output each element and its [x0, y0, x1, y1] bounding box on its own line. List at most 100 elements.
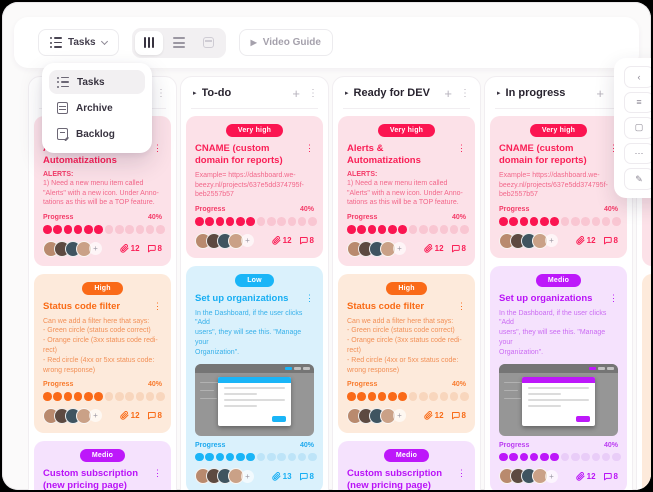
links-count-chip[interactable]: 12	[424, 411, 444, 420]
panel-button[interactable]: ✎	[624, 168, 651, 190]
progress-dot	[592, 217, 601, 226]
calendar-view-button[interactable]	[195, 31, 223, 55]
add-card-button[interactable]: +	[444, 87, 452, 100]
card-menu-button[interactable]: ⋮	[153, 468, 162, 479]
comments-count-chip[interactable]: 8	[603, 472, 618, 481]
column-menu-button[interactable]: ⋮	[156, 88, 166, 99]
column-menu-button[interactable]: ⋮	[460, 88, 470, 99]
column-title: Ready for DEV	[354, 87, 440, 99]
assignee-avatars: +	[195, 468, 254, 484]
video-guide-label: Video Guide	[263, 37, 321, 48]
comments-count-chip[interactable]: 8	[451, 244, 466, 253]
video-guide-button[interactable]: ▶ Video Guide	[239, 29, 333, 56]
card-menu-button[interactable]: ⋮	[457, 301, 466, 312]
add-assignee-button[interactable]: +	[241, 470, 254, 483]
progress-label: Progress	[347, 381, 377, 388]
links-count-chip[interactable]: 12	[272, 236, 292, 245]
task-card[interactable]: High Status code filter ⋮ Can we add a f…	[34, 274, 171, 433]
kanban-column: ▸ In progress + ⋮ Very high CNAME (custo…	[484, 76, 633, 490]
panel-button[interactable]: ▢	[624, 117, 651, 139]
card-menu-button[interactable]: ⋮	[305, 293, 314, 304]
paperclip-icon	[576, 236, 585, 245]
card-menu-button[interactable]: ⋮	[609, 293, 618, 304]
progress-dot	[195, 453, 204, 462]
task-card[interactable]: Medio Custom subscription (new pricing p…	[338, 441, 475, 490]
collapse-caret-icon[interactable]: ▸	[345, 89, 349, 97]
progress-percent: 40%	[452, 214, 466, 221]
card-title: CNAME (custom domain for reports)	[195, 143, 301, 167]
divider	[495, 108, 622, 109]
tasks-dropdown-button[interactable]: Tasks	[38, 29, 119, 56]
progress-dot	[602, 217, 611, 226]
task-card[interactable]: High Status code filter ⋮ Can we add a f…	[338, 274, 475, 433]
progress-dot	[440, 392, 449, 401]
task-card[interactable]: High Set up organizations ⋮ In the Dashb…	[642, 274, 651, 490]
add-assignee-button[interactable]: +	[393, 242, 406, 255]
comments-count-chip[interactable]: 8	[147, 411, 162, 420]
progress-dot	[347, 392, 356, 401]
add-assignee-button[interactable]: +	[545, 470, 558, 483]
add-assignee-button[interactable]: +	[89, 409, 102, 422]
paperclip-icon	[576, 472, 585, 481]
card-menu-button[interactable]: ⋮	[457, 468, 466, 479]
links-count-chip[interactable]: 12	[576, 472, 596, 481]
add-assignee-button[interactable]: +	[89, 242, 102, 255]
add-assignee-button[interactable]: +	[545, 234, 558, 247]
links-count-chip[interactable]: 12	[120, 244, 140, 253]
progress-dot	[226, 217, 235, 226]
card-menu-button[interactable]: ⋮	[153, 143, 162, 154]
add-assignee-button[interactable]: +	[393, 409, 406, 422]
panel-button[interactable]: ‹	[624, 66, 651, 88]
progress-dot	[308, 217, 317, 226]
progress-dot	[74, 392, 83, 401]
card-title: Status code filter	[43, 301, 149, 313]
task-card[interactable]: Very high CNAME (custom domain for repor…	[490, 116, 627, 258]
progress-dot	[450, 225, 459, 234]
column-menu-button[interactable]: ⋮	[308, 88, 318, 99]
column-header: ▸ To-do + ⋮	[185, 81, 324, 103]
add-assignee-button[interactable]: +	[241, 234, 254, 247]
menu-item-archive[interactable]: Archive	[49, 96, 145, 120]
links-count-chip[interactable]: 12	[120, 411, 140, 420]
list-view-icon	[173, 37, 185, 48]
panel-button[interactable]: ≡	[624, 92, 651, 114]
card-menu-button[interactable]: ⋮	[457, 143, 466, 154]
add-card-button[interactable]: +	[596, 87, 604, 100]
columns-view-button[interactable]	[135, 31, 163, 55]
collapse-caret-icon[interactable]: ▸	[497, 89, 501, 97]
menu-item-backlog[interactable]: Backlog	[49, 122, 145, 146]
task-card[interactable]: Medio Custom subscription (new pricing p…	[34, 441, 171, 490]
backlog-icon	[57, 128, 68, 140]
comments-count-chip[interactable]: 8	[451, 411, 466, 420]
comment-icon	[147, 244, 156, 253]
comments-count-chip[interactable]: 8	[603, 236, 618, 245]
task-card[interactable]: Very high Alerts & Automatizations ⋮ ALE…	[338, 116, 475, 266]
progress-dot	[205, 217, 214, 226]
add-card-button[interactable]: +	[292, 87, 300, 100]
comments-count-chip[interactable]: 8	[299, 472, 314, 481]
assignee-avatars: +	[43, 241, 102, 257]
progress-dot	[146, 225, 155, 234]
comments-count-chip[interactable]: 8	[299, 236, 314, 245]
comments-count-chip[interactable]: 8	[147, 244, 162, 253]
progress-label: Progress	[195, 442, 225, 449]
task-card[interactable]: Low Set up organizations ⋮ In the Dashbo…	[186, 266, 323, 490]
card-title: Alerts & Automatizations	[347, 143, 453, 167]
progress-dot	[277, 217, 286, 226]
card-menu-button[interactable]: ⋮	[305, 143, 314, 154]
links-count-chip[interactable]: 12	[576, 236, 596, 245]
progress-dot	[347, 225, 356, 234]
panel-button[interactable]: ⋯	[624, 143, 651, 165]
links-count-chip[interactable]: 12	[424, 244, 444, 253]
paperclip-icon	[120, 411, 129, 420]
card-menu-button[interactable]: ⋮	[153, 301, 162, 312]
links-count-chip[interactable]: 13	[272, 472, 292, 481]
progress-percent: 40%	[300, 206, 314, 213]
task-card[interactable]: Medio Set up organizations ⋮ In the Dash…	[490, 266, 627, 490]
list-view-button[interactable]	[165, 31, 193, 55]
collapse-caret-icon[interactable]: ▸	[193, 89, 197, 97]
progress-dot	[550, 453, 559, 462]
task-card[interactable]: Very high CNAME (custom domain for repor…	[186, 116, 323, 258]
menu-item-tasks[interactable]: Tasks	[49, 70, 145, 94]
progress-dot	[136, 225, 145, 234]
